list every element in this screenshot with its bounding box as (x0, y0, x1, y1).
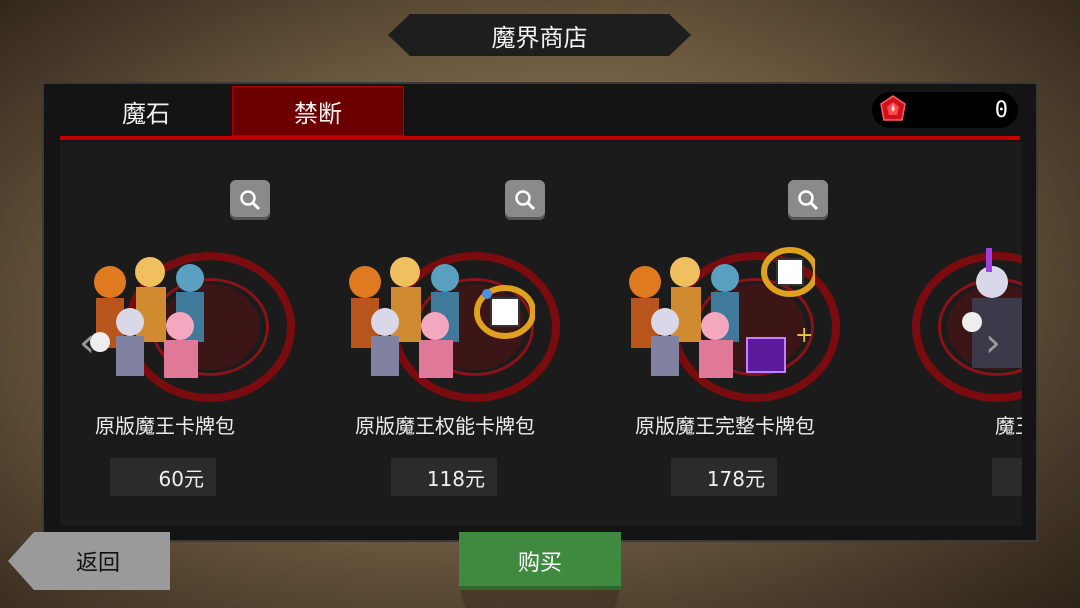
zoom-icon (240, 190, 261, 211)
zoom-button[interactable] (788, 180, 828, 220)
price-label: 178元 (671, 458, 777, 496)
shop-title-text: 魔界商店 (491, 23, 588, 52)
zoom-icon (515, 190, 536, 211)
scroll-right-arrow[interactable]: › (980, 318, 1006, 368)
tab-magic-stone[interactable]: 魔石 (60, 86, 232, 136)
zoom-button[interactable] (505, 180, 545, 220)
price-label: 60元 (110, 458, 216, 496)
product-carousel: 原版魔王卡牌包 60元 原版魔王权能卡牌包 118元 + 原版魔王完整卡牌包 1… (60, 142, 1022, 526)
shop-panel: 魔石 禁断 0 原版魔王卡牌包 60元 原版魔王权能卡牌包 118元 + 原版魔… (42, 82, 1038, 542)
red-gem-icon (876, 93, 910, 127)
gem-count: 0 (994, 97, 1008, 123)
back-button-label: 返回 (75, 551, 120, 576)
characters-art (349, 257, 535, 378)
zoom-button[interactable] (230, 180, 270, 220)
back-button[interactable]: 返回 (8, 532, 170, 590)
tab-forbidden[interactable]: 禁断 (232, 86, 404, 136)
buy-button[interactable]: 购买 (459, 532, 621, 590)
card-pack-art (70, 202, 295, 402)
tab-forbidden-label: 禁断 (294, 99, 342, 128)
product-name: 原版魔王权能卡牌包 (355, 414, 535, 438)
shop-title: 魔界商店 (388, 14, 691, 56)
characters-art: + (629, 247, 815, 378)
product-card[interactable]: 原版魔王权能卡牌包 118元 (325, 142, 575, 526)
tab-magic-stone-label: 魔石 (122, 99, 170, 128)
tab-underline (60, 136, 1020, 140)
card-pack-art (335, 202, 560, 402)
product-name: 魔王 丽 (995, 414, 1022, 438)
product-card[interactable]: + 原版魔王完整卡牌包 178元 (605, 142, 855, 526)
gem-counter: 0 (872, 92, 1018, 128)
svg-text:+: + (795, 323, 813, 348)
price-label: 1 (992, 458, 1022, 496)
characters-art (90, 257, 204, 378)
product-name: 原版魔王卡牌包 (95, 414, 235, 438)
tab-bar: 魔石 禁断 (60, 86, 404, 138)
product-name: 原版魔王完整卡牌包 (635, 414, 815, 438)
zoom-icon (798, 190, 819, 211)
card-pack-art: + (615, 202, 840, 402)
buy-button-label: 购买 (517, 551, 562, 576)
scroll-left-arrow[interactable]: ‹ (74, 318, 100, 368)
price-label: 118元 (391, 458, 497, 496)
